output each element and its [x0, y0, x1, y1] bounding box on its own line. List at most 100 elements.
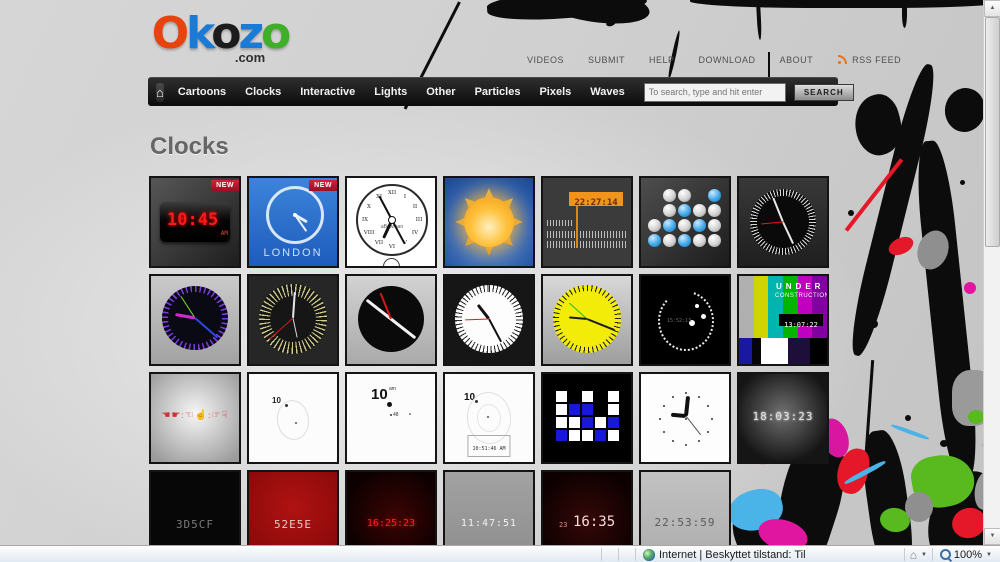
- minute-hand: [365, 298, 417, 340]
- lcd-time: 11:47:51: [460, 518, 518, 529]
- day-time: 16:35: [573, 514, 616, 530]
- city-label: LONDON: [263, 247, 323, 259]
- compat-view-icon[interactable]: ⌂: [910, 548, 917, 562]
- clock-face: [266, 186, 324, 244]
- rss-icon: [837, 54, 848, 65]
- scrollbar-thumb[interactable]: [985, 17, 1000, 247]
- nav-item-interactive[interactable]: Interactive: [300, 86, 355, 98]
- small-dot: [390, 414, 392, 416]
- new-badge: NEW: [211, 180, 239, 191]
- clock-tile-dot-analog[interactable]: [639, 372, 731, 464]
- statusbar-separator: [931, 548, 933, 561]
- top-link-about[interactable]: ABOUT: [780, 55, 814, 65]
- scroll-down-button[interactable]: ▼: [984, 528, 1000, 545]
- clock-tile-yellow[interactable]: [541, 274, 633, 366]
- nav-item-particles[interactable]: Particles: [475, 86, 521, 98]
- spiral-time: 15:52:13: [667, 318, 692, 324]
- search-input[interactable]: [643, 82, 786, 102]
- top-link-videos[interactable]: VIDEOS: [527, 55, 564, 65]
- small-dot: [409, 413, 411, 415]
- clock-tile-fan-ticks[interactable]: [247, 274, 339, 366]
- page-title: Clocks: [150, 133, 229, 160]
- clock-tile-timeline[interactable]: 22:27:14: [541, 176, 633, 268]
- clock-tile-dotted-spiral[interactable]: 15:52:13: [639, 274, 731, 366]
- clock-face: [162, 286, 228, 350]
- zoom-level[interactable]: 100%: [954, 549, 982, 561]
- ink-dot: [960, 180, 965, 185]
- top-link-help[interactable]: HELP: [649, 55, 675, 65]
- chevron-down-icon[interactable]: ▼: [986, 552, 992, 558]
- ink-dot: [940, 440, 948, 447]
- nav-item-pixels[interactable]: Pixels: [539, 86, 571, 98]
- inner-dot: [701, 314, 706, 319]
- new-badge: NEW: [309, 180, 337, 191]
- top-link-rss[interactable]: RSS FEED: [837, 54, 901, 65]
- ink-drip: [902, 0, 907, 28]
- zone-text: Internet | Beskyttet tilstand: Til: [659, 548, 806, 561]
- clock-tile-balls[interactable]: [639, 176, 731, 268]
- chevron-down-icon[interactable]: ▼: [921, 552, 927, 558]
- statusbar-separator: [601, 548, 602, 561]
- statusbar-separator: [618, 548, 619, 561]
- tick-line: [547, 220, 573, 226]
- ink-splat: [690, 0, 1000, 8]
- inner-dot: [695, 304, 699, 308]
- clock-tile-sign-hands[interactable]: ☚☛:☜☝:☞☟: [149, 372, 241, 464]
- bottom-bars: [739, 338, 827, 364]
- browser-viewport: Okozo .com VIDEOS SUBMIT HELP DOWNLOAD A…: [0, 0, 1000, 562]
- nav-item-lights[interactable]: Lights: [374, 86, 407, 98]
- top-link-submit[interactable]: SUBMIT: [588, 55, 625, 65]
- clock-tile-minimal-black[interactable]: [345, 274, 437, 366]
- top-link-download[interactable]: DOWNLOAD: [699, 55, 756, 65]
- clock-tile-test-pattern[interactable]: UNDER CONSTRUCTION 13:07:22: [737, 274, 829, 366]
- lcd-time: 22:53:59: [654, 516, 716, 529]
- clock-tile-orbit-labeled[interactable]: 10 10:51:46 AM: [443, 372, 535, 464]
- tick-line: [547, 231, 627, 238]
- site-logo[interactable]: Okozo .com: [150, 12, 292, 66]
- nav-item-waves[interactable]: Waves: [590, 86, 624, 98]
- search-button[interactable]: SEARCH: [793, 83, 854, 101]
- clock-tile-purple-ticks[interactable]: [149, 274, 241, 366]
- construction-line1: UNDER: [776, 282, 825, 291]
- minute-label: 48: [393, 412, 399, 418]
- clock-tile-square-binary[interactable]: [541, 372, 633, 464]
- hour-label: 10: [272, 396, 281, 405]
- ink-splat: [941, 84, 989, 136]
- clock-face: [553, 285, 621, 353]
- center-dot: [388, 216, 396, 224]
- timeline-time: 22:27:14: [574, 198, 618, 208]
- ink-streak: [912, 139, 982, 481]
- ink-dot: [870, 320, 878, 328]
- magenta-splat: [964, 282, 976, 294]
- home-icon[interactable]: ⌂: [156, 82, 164, 102]
- clock-grid: NEW 10:45 AM NEW LONDON XII I II III IV …: [149, 176, 829, 562]
- cursor-line: [576, 206, 578, 248]
- clock-tile-sun[interactable]: [443, 176, 535, 268]
- clock-tile-white-ticks[interactable]: [443, 274, 535, 366]
- nav-item-clocks[interactable]: Clocks: [245, 86, 281, 98]
- clock-tile-dark-analog[interactable]: [737, 176, 829, 268]
- blue-streak: [890, 423, 930, 441]
- square-grid: [556, 391, 619, 441]
- ink-dot: [848, 210, 854, 216]
- hand-glyphs: ☚☛:☜☝:☞☟: [161, 410, 229, 421]
- orbit-dot: [295, 422, 297, 424]
- clock-tile-lcd-gray[interactable]: 18:03:23: [737, 372, 829, 464]
- orbit-dot: [475, 400, 478, 403]
- clock-tile-roman[interactable]: XII I II III IV V VI VII VIII IX X XI aB…: [345, 176, 437, 268]
- clock-tile-dot-time[interactable]: 10 am 48: [345, 372, 437, 464]
- pendulum: [383, 258, 400, 266]
- clock-tile-london[interactable]: NEW LONDON: [247, 176, 339, 268]
- vertical-scrollbar[interactable]: ▲ ▼: [983, 0, 1000, 545]
- gray-splat: [905, 492, 933, 522]
- clock-tile-led-alarm[interactable]: NEW 10:45 AM: [149, 176, 241, 268]
- scroll-up-button[interactable]: ▲: [984, 0, 1000, 17]
- time-chip: 10:51:46 AM: [467, 435, 511, 457]
- ink-dot: [905, 415, 911, 421]
- nav-item-other[interactable]: Other: [426, 86, 455, 98]
- epoch-time: 52E5E: [273, 518, 313, 531]
- brand-label: aBowman: [380, 224, 404, 230]
- clock-tile-orbit-small[interactable]: 10: [247, 372, 339, 464]
- zoom-magnifier-icon[interactable]: [939, 549, 951, 560]
- nav-item-cartoons[interactable]: Cartoons: [178, 86, 226, 98]
